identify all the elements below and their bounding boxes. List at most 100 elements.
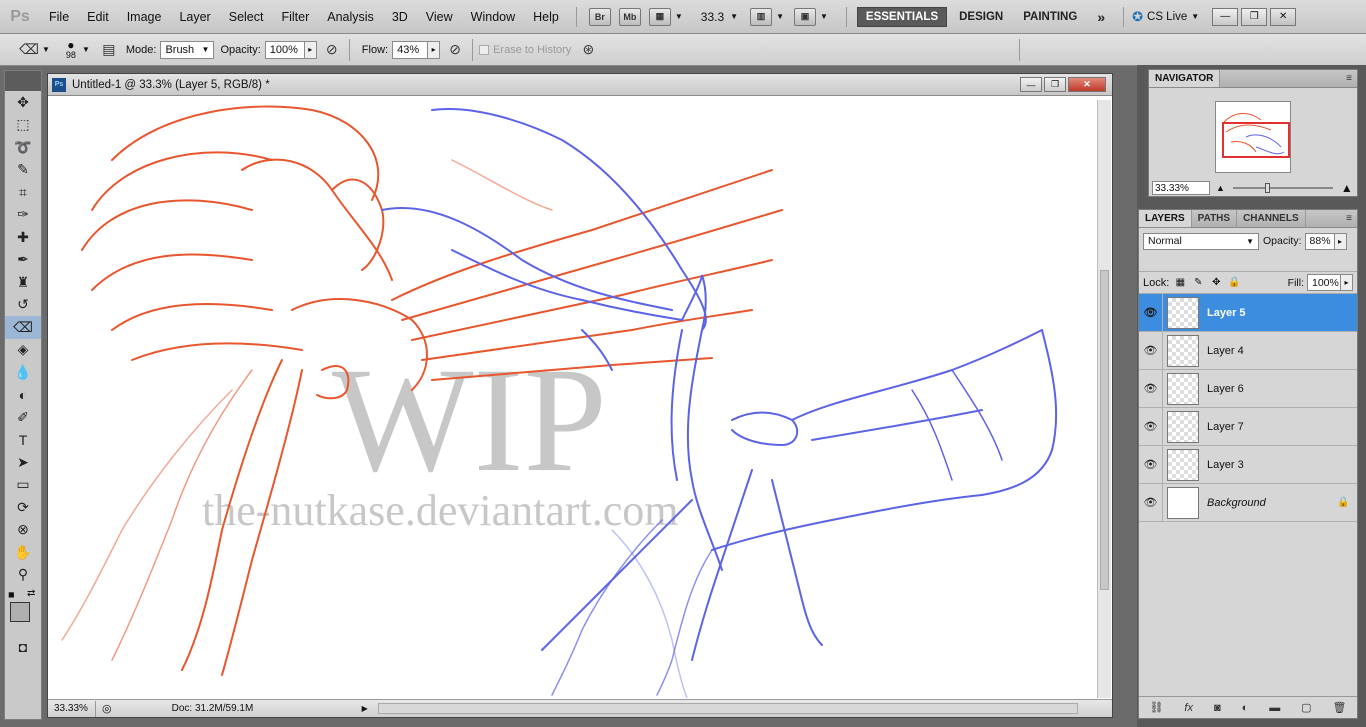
zoom-out-icon[interactable]: ▲ — [1216, 183, 1225, 193]
swap-colors-icon[interactable]: ⇄ — [27, 588, 35, 599]
pressure-opacity-icon[interactable]: ⊘ — [321, 39, 343, 61]
link-layers-icon[interactable]: ⛓ — [1149, 701, 1163, 714]
foreground-color-swatch[interactable] — [10, 602, 30, 622]
menu-view[interactable]: View — [417, 10, 462, 24]
vertical-scrollbar[interactable] — [1097, 100, 1111, 698]
navigator-thumbnail[interactable] — [1215, 101, 1291, 173]
lock-position-icon[interactable]: ✥ — [1209, 276, 1223, 290]
layer-row-layer-5[interactable]: 👁 Layer 5 — [1139, 293, 1357, 332]
tools-panel-header[interactable] — [5, 71, 41, 91]
move-tool-icon[interactable]: ✥ — [5, 91, 41, 114]
visibility-eye-icon[interactable]: 👁 — [1139, 445, 1163, 484]
path-selection-tool-icon[interactable]: ➤ — [5, 451, 41, 474]
menu-layer[interactable]: Layer — [170, 10, 219, 24]
extras-icon[interactable]: ▦ — [648, 7, 671, 26]
workspace-design[interactable]: DESIGN — [951, 8, 1011, 26]
lasso-tool-icon[interactable]: ➰ — [5, 136, 41, 159]
tab-layers[interactable]: LAYERS — [1139, 210, 1192, 227]
3d-rotate-tool-icon[interactable]: ⟳ — [5, 496, 41, 519]
visibility-eye-icon[interactable]: 👁 — [1139, 483, 1163, 522]
blend-mode-select[interactable]: Normal ▼ — [1143, 232, 1259, 250]
workspace-essentials[interactable]: ESSENTIALS — [856, 6, 948, 27]
preset-dropdown-icon[interactable]: ▼ — [42, 45, 50, 54]
layer-row-layer-3[interactable]: 👁 Layer 3 — [1139, 445, 1357, 484]
crop-tool-icon[interactable]: ⌗ — [5, 181, 41, 204]
paint-bucket-tool-icon[interactable]: ◈ — [5, 339, 41, 362]
layer-opacity-input[interactable]: 88% — [1304, 232, 1335, 250]
pressure-size-icon[interactable]: ⊛ — [577, 39, 599, 61]
more-workspaces-icon[interactable]: » — [1089, 6, 1113, 28]
layer-row-background[interactable]: 👁 Background 🔒 — [1139, 483, 1357, 522]
canvas[interactable]: WIP the-nutkase.deviantart.com — [52, 100, 1098, 698]
3d-orbit-tool-icon[interactable]: ⊗ — [5, 519, 41, 542]
visibility-eye-icon[interactable]: 👁 — [1139, 293, 1163, 332]
brush-picker[interactable]: ● 98 — [66, 39, 76, 60]
rectangle-tool-icon[interactable]: ▭ — [5, 474, 41, 497]
chevron-down-icon[interactable]: ▼ — [675, 12, 683, 21]
menu-filter[interactable]: Filter — [272, 10, 318, 24]
visibility-eye-icon[interactable]: 👁 — [1139, 331, 1163, 370]
opacity-input[interactable]: 100% — [264, 40, 305, 59]
layer-row-layer-4[interactable]: 👁 Layer 4 — [1139, 331, 1357, 370]
menu-image[interactable]: Image — [118, 10, 171, 24]
new-group-icon[interactable]: ▬ — [1269, 702, 1280, 714]
adjustment-layer-icon[interactable]: ◐ — [1242, 702, 1249, 714]
zoom-dropdown-icon[interactable]: ▼ — [730, 12, 738, 21]
workspace-painting[interactable]: PAINTING — [1015, 8, 1085, 26]
minimize-window-button[interactable]: — — [1212, 7, 1239, 26]
doc-minimize-button[interactable]: — — [1020, 77, 1042, 92]
close-window-button[interactable]: ✕ — [1270, 7, 1297, 26]
brush-tool-icon[interactable]: ✒ — [5, 249, 41, 272]
marquee-tool-icon[interactable]: ⬚ — [5, 114, 41, 137]
navigator-zoom-input[interactable]: 33.33% — [1152, 181, 1210, 195]
navigator-zoom-slider[interactable] — [1232, 183, 1333, 193]
quick-mask-icon[interactable]: ◘ — [5, 636, 41, 659]
panel-menu-icon[interactable]: ≡ — [1346, 70, 1357, 87]
menu-3d[interactable]: 3D — [383, 10, 417, 24]
cs-live-dropdown-icon[interactable]: ▼ — [1191, 12, 1199, 21]
pen-tool-icon[interactable]: ✐ — [5, 406, 41, 429]
bridge-button[interactable]: Br — [588, 7, 611, 26]
lock-pixels-icon[interactable]: ✎ — [1191, 276, 1205, 290]
status-menu-arrow-icon[interactable]: ▶ — [362, 704, 368, 713]
arrange-documents-icon[interactable]: ▥ — [750, 7, 773, 26]
zoom-level[interactable]: 33.3 — [701, 10, 724, 24]
doc-restore-button[interactable]: ❐ — [1044, 77, 1066, 92]
menu-select[interactable]: Select — [220, 10, 273, 24]
navigator-view-box[interactable] — [1222, 122, 1290, 158]
erase-history-checkbox[interactable] — [479, 44, 490, 55]
flow-input[interactable]: 43% — [392, 40, 429, 59]
eraser-tool-preset-icon[interactable]: ⌫ — [18, 39, 40, 61]
zoom-in-icon[interactable]: ▲ — [1341, 181, 1353, 195]
new-layer-icon[interactable]: ▢ — [1301, 701, 1311, 714]
menu-file[interactable]: File — [40, 10, 78, 24]
fill-arrow-icon[interactable]: ▸ — [1341, 274, 1353, 291]
blur-tool-icon[interactable]: 💧 — [5, 361, 41, 384]
lock-all-icon[interactable]: 🔒 — [1227, 276, 1241, 290]
status-info-icon[interactable]: ◎ — [102, 702, 112, 715]
restore-window-button[interactable]: ❐ — [1241, 7, 1268, 26]
brush-panel-icon[interactable]: ▤ — [98, 39, 120, 61]
tab-navigator[interactable]: NAVIGATOR — [1149, 70, 1221, 87]
clone-stamp-tool-icon[interactable]: ♜ — [5, 271, 41, 294]
mode-select[interactable]: Brush ▼ — [160, 40, 215, 59]
layer-row-layer-7[interactable]: 👁 Layer 7 — [1139, 407, 1357, 446]
airbrush-icon[interactable]: ⊘ — [444, 39, 466, 61]
flow-slider-arrow-icon[interactable]: ▸ — [428, 40, 441, 59]
document-titlebar[interactable]: Ps Untitled-1 @ 33.3% (Layer 5, RGB/8) *… — [48, 74, 1112, 96]
vertical-scroll-thumb[interactable] — [1100, 270, 1109, 590]
eraser-tool-icon[interactable]: ⌫ — [5, 316, 41, 339]
brush-dropdown-icon[interactable]: ▼ — [82, 45, 90, 54]
healing-brush-tool-icon[interactable]: ✚ — [5, 226, 41, 249]
screen-mode-dropdown-icon[interactable]: ▼ — [820, 12, 828, 21]
type-tool-icon[interactable]: T — [5, 429, 41, 452]
layer-row-layer-6[interactable]: 👁 Layer 6 — [1139, 369, 1357, 408]
quick-selection-tool-icon[interactable]: ✎ — [5, 159, 41, 182]
cs-live-button[interactable]: CS Live — [1147, 11, 1187, 23]
default-colors-icon[interactable]: ◼ — [8, 590, 15, 599]
horizontal-scrollbar[interactable] — [378, 703, 1078, 714]
dodge-tool-icon[interactable]: ◐ — [5, 384, 41, 407]
fill-input[interactable]: 100% — [1307, 274, 1341, 291]
visibility-eye-icon[interactable]: 👁 — [1139, 369, 1163, 408]
history-brush-tool-icon[interactable]: ↺ — [5, 294, 41, 317]
